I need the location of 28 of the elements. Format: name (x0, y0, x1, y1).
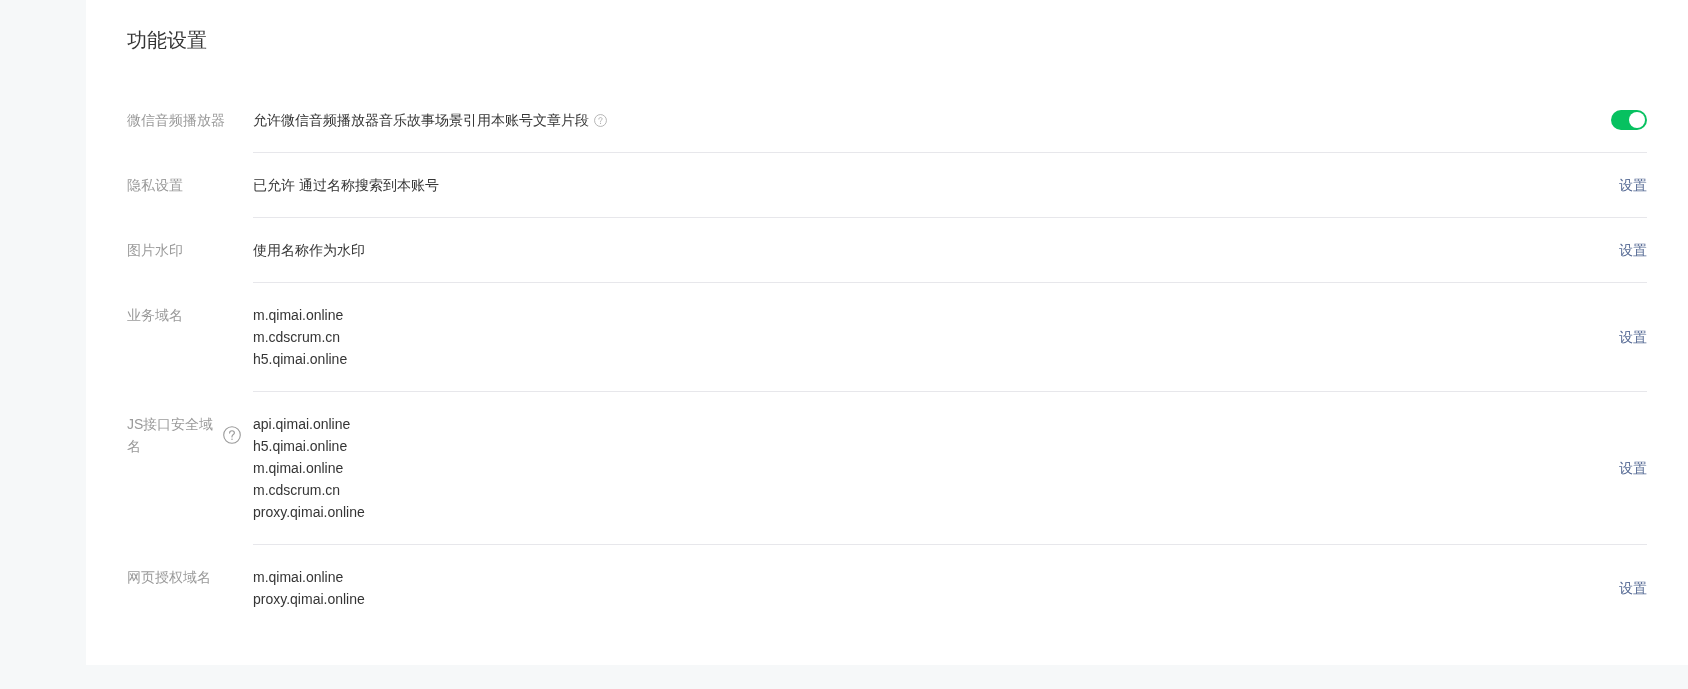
setting-label: 图片水印 (127, 241, 183, 260)
setting-label: 隐私设置 (127, 176, 183, 195)
setting-label: 业务域名 (127, 306, 183, 325)
setting-value: m.qimai.online (253, 459, 344, 478)
settings-link[interactable]: 设置 (1619, 239, 1647, 261)
setting-value: h5.qimai.online (253, 437, 348, 456)
setting-label: 微信音频播放器 (127, 111, 225, 130)
toggle-switch[interactable] (1611, 110, 1647, 130)
help-icon[interactable] (223, 426, 241, 444)
setting-label: JS接口安全域名 (127, 415, 215, 456)
setting-value: 允许微信音频播放器音乐故事场景引用本账号文章片段 (253, 111, 589, 130)
settings-link[interactable]: 设置 (1619, 326, 1647, 348)
setting-value: 已允许 通过名称搜索到本账号 (253, 176, 439, 195)
setting-value: 使用名称作为水印 (253, 241, 365, 260)
setting-value: api.qimai.online (253, 415, 351, 434)
setting-value: proxy.qimai.online (253, 503, 365, 522)
settings-link[interactable]: 设置 (1619, 577, 1647, 599)
settings-link[interactable]: 设置 (1619, 174, 1647, 196)
help-icon[interactable] (594, 113, 607, 127)
setting-value: m.cdscrum.cn (253, 481, 341, 500)
setting-value: h5.qimai.online (253, 350, 348, 369)
setting-value: m.qimai.online (253, 306, 344, 325)
setting-label: 网页授权域名 (127, 568, 211, 587)
setting-value: m.cdscrum.cn (253, 328, 341, 347)
section-title: 功能设置 (127, 28, 207, 52)
settings-link[interactable]: 设置 (1619, 457, 1647, 479)
setting-value: proxy.qimai.online (253, 590, 365, 609)
setting-value: m.qimai.online (253, 568, 344, 587)
